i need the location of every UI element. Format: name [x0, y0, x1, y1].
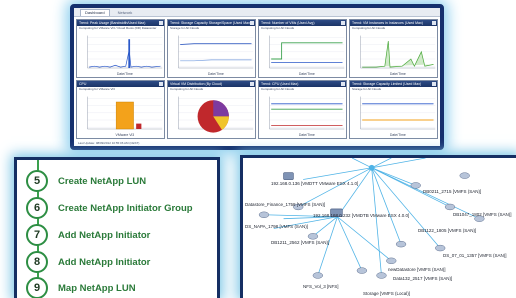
workflow-step[interactable]: 7 Add NetApp Initiator: [26, 224, 150, 246]
topology-node-label[interactable]: 192.168.168.0.232 [VMDTB VMware ESX 4.0.…: [313, 213, 409, 218]
axis-label: Date/Time: [117, 72, 133, 76]
widget-close-icon[interactable]: [159, 21, 163, 25]
widget-close-icon[interactable]: [159, 82, 163, 86]
widget-plot: VMware Vi3: [77, 93, 164, 138]
last-update-text: Last Update: 08/09/2012 10:55:06 AM (CES…: [78, 141, 140, 145]
workflow-step[interactable]: 6 Create NetApp Initiator Group: [26, 197, 193, 219]
widget-subtitle: Computing for All Clouds: [261, 26, 295, 30]
dashboard-widget[interactable]: CPU Computing for VMware Vi3 VMware Vi3: [76, 80, 165, 139]
dashboard-widget[interactable]: Trend: Peak Usage (Bandwidth/Used Max) Co…: [76, 19, 165, 78]
dashboard-widget[interactable]: Trend: Storage Capacity Storage/Space (U…: [167, 19, 256, 78]
series-area: [362, 40, 434, 68]
dashboard-panel: Dashboard Network Trend: Peak Usage (Ban…: [70, 4, 444, 150]
widget-chart: Date/Time: [269, 35, 345, 76]
widget-plot: Date/Time: [168, 32, 255, 77]
widget-subtitle: Computing for All Clouds: [352, 26, 386, 30]
widget-close-icon[interactable]: [250, 21, 254, 25]
axis-label: Date/Time: [299, 72, 315, 76]
widget-grid: Trend: Peak Usage (Bandwidth/Used Max) Co…: [76, 19, 438, 139]
topology-node-label[interactable]: DS_07_01_1357 [VMFS (SAN)]: [443, 253, 507, 258]
topology-node-label[interactable]: 192.168.0.136 [VMDTT VMware ESX 4.1.0]: [271, 181, 358, 186]
topology-node-label[interactable]: Data132_2517 [VMFS (SAN)]: [393, 276, 452, 281]
workflow-step[interactable]: 9 Map NetApp LUN: [26, 277, 136, 298]
widget-close-icon[interactable]: [250, 82, 254, 86]
widget-close-icon[interactable]: [341, 82, 345, 86]
workflow-steps-panel: 5 Create NetApp LUN 6 Create NetApp Init…: [14, 157, 220, 298]
widget-subtitle: Computing for VMware Vi3: [79, 87, 115, 91]
step-label: Create NetApp LUN: [58, 175, 147, 187]
dashboard-widget[interactable]: Trend: Storage Capacity Limited (Used Ma…: [349, 80, 438, 139]
step-label: Map NetApp LUN: [58, 282, 136, 294]
bar: [115, 101, 134, 130]
widget-plot: Date/Time: [350, 93, 437, 138]
widget-subtitle: Storage for All Clouds: [352, 87, 382, 91]
topology-node-label[interactable]: Datastore_Finance_1758 [VMFS (SAN)]: [245, 202, 325, 207]
widget-close-icon[interactable]: [432, 21, 436, 25]
series-line: [271, 42, 343, 60]
widget-chart: Date/Time: [360, 96, 436, 137]
widget-chart: [178, 96, 254, 133]
step-number-badge: 9: [26, 277, 48, 298]
widget-chart: Date/Time: [269, 96, 345, 137]
widget-subtitle: Computing for All Clouds: [261, 87, 295, 91]
series-spike: [128, 39, 131, 68]
widget-close-icon[interactable]: [341, 21, 345, 25]
series-line: [180, 59, 252, 62]
widget-subtitle: Storage for All Clouds: [170, 26, 200, 30]
axis-label: Date/Time: [208, 72, 224, 76]
axis-label: Date/Time: [299, 133, 315, 137]
step-label: Add NetApp Initiator: [58, 256, 151, 268]
step-label: Add NetApp Initiator: [58, 229, 151, 241]
widget-plot: Date/Time: [77, 32, 164, 77]
widget-close-icon[interactable]: [432, 82, 436, 86]
widget-plot: Date/Time: [259, 32, 346, 77]
widget-chart: VMware Vi3: [87, 96, 163, 137]
series-line: [89, 49, 161, 68]
tab-dashboard[interactable]: Dashboard: [80, 8, 110, 16]
workflow-step[interactable]: 5 Create NetApp LUN: [26, 170, 146, 192]
widget-plot: Date/Time: [259, 93, 346, 138]
widget-chart: Date/Time: [360, 35, 436, 76]
axis-label: VMware Vi3: [116, 133, 135, 137]
widget-chart: Date/Time: [178, 35, 254, 76]
topology-node-label[interactable]: DB1047_1802 [VMFS (SAN)]: [453, 212, 512, 217]
dashboard-widget[interactable]: Virtual VM Distribution (By Cloud) Comput…: [167, 80, 256, 139]
step-number-badge: 5: [26, 170, 48, 192]
tab-network[interactable]: Network: [113, 9, 138, 16]
widget-subtitle: Computing for VMware Vi3 / Cloud Roots (…: [79, 26, 157, 30]
topology-node-label[interactable]: DB0211_2715 [VMFS (SAN)]: [423, 189, 481, 194]
topology-node-label[interactable]: DB1211_2562 [VMFS (SAN)]: [271, 240, 329, 245]
step-number-badge: 6: [26, 197, 48, 219]
dashboard-widget[interactable]: Trend: Number of VMs (Used Avg) Computing…: [258, 19, 347, 78]
widget-chart: Date/Time: [87, 35, 163, 76]
topology-node-label[interactable]: DB1122_1805 [VMFS (SAN)]: [418, 228, 476, 233]
step-number-badge: 7: [26, 224, 48, 246]
topology-node-label[interactable]: Storage [VMFS (Local)]: [363, 291, 410, 296]
bar: [136, 123, 142, 129]
dashboard-widget[interactable]: Trend: VM Instances in Instances (Used M…: [349, 19, 438, 78]
topology-node-label[interactable]: NFS_Vol_3 [NFS]: [303, 284, 339, 289]
widget-plot: [168, 93, 255, 138]
topology-map-panel: 192.168.0.136 [VMDTT VMware ESX 4.1.0] D…: [240, 155, 516, 298]
workflow-step[interactable]: 8 Add NetApp Initiator: [26, 251, 150, 273]
topology-node-label[interactable]: newDatastore [VMFS (SAN)]: [388, 267, 446, 272]
dashboard-widget[interactable]: Trend: CPU (Used Max) Computing for All C…: [258, 80, 347, 139]
step-label: Create NetApp Initiator Group: [58, 202, 193, 214]
axis-label: Date/Time: [390, 72, 406, 76]
dashboard-tab-bar: Dashboard Network: [74, 8, 440, 17]
widget-subtitle: Computing for All Clouds: [170, 87, 204, 91]
widget-plot: Date/Time: [350, 32, 437, 77]
axis-label: Date/Time: [390, 133, 406, 137]
step-number-badge: 8: [26, 251, 48, 273]
pie-slice: [213, 100, 229, 117]
topology-node-label[interactable]: DS_NAPA_1798 [VMFS (SAN)]: [245, 224, 308, 229]
